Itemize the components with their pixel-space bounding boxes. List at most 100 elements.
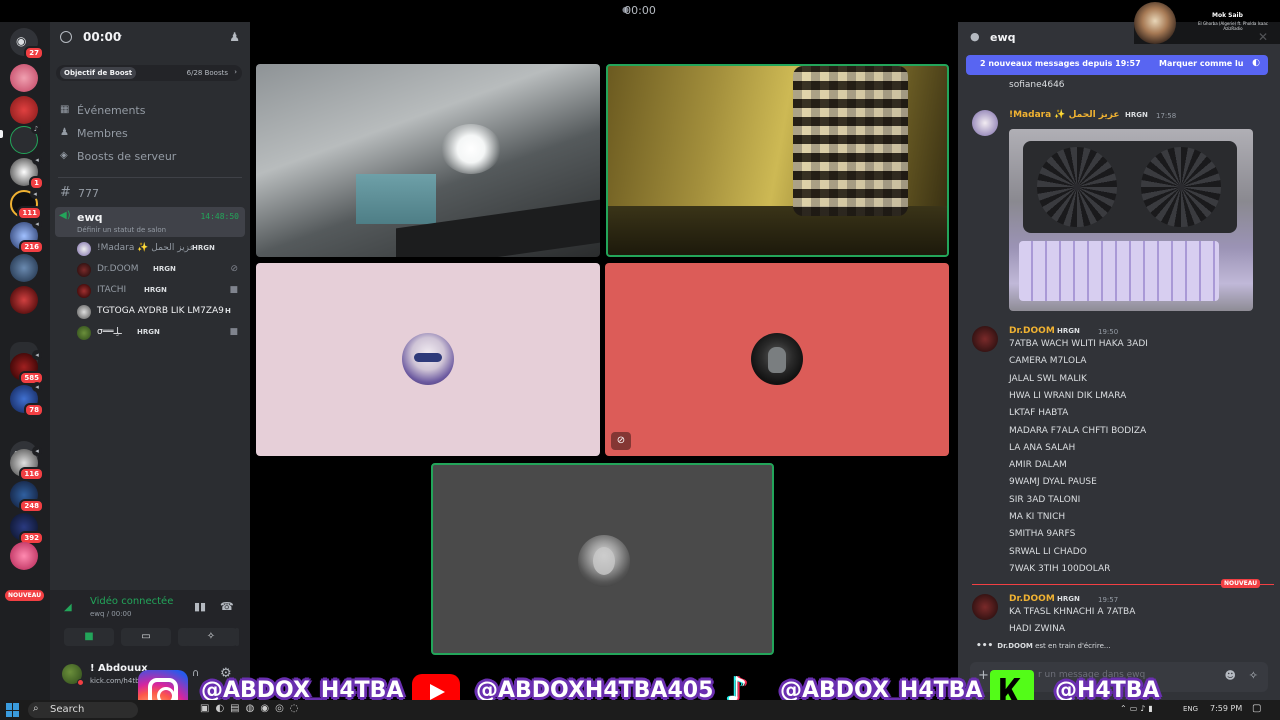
invite-icon[interactable]: ♟ xyxy=(229,30,240,44)
soundboard-button[interactable]: ✧ xyxy=(185,628,237,646)
clock-icon xyxy=(60,31,72,43)
divider xyxy=(58,177,242,178)
server-icon[interactable]: ◂ 1 xyxy=(10,155,44,190)
notification-icon[interactable]: ▢ xyxy=(1252,703,1261,714)
boost-count: 6/28 Boosts xyxy=(186,69,228,77)
nav-events[interactable]: ▦ Événements xyxy=(58,102,242,120)
calendar-icon: ▦ xyxy=(60,104,70,115)
participant-tile-speaking[interactable] xyxy=(431,463,774,655)
message-author[interactable]: !Madara ✨ عزيز الحمل xyxy=(1009,110,1120,120)
server-icon[interactable] xyxy=(10,286,38,314)
server-icon[interactable]: ◂ 116 xyxy=(10,446,44,481)
track-title: Mok Saib xyxy=(1212,12,1243,19)
server-icon[interactable]: ◂ 111 xyxy=(10,189,42,220)
voice-user[interactable]: TGTOGA AYDRB LIK LM7ZA9 H xyxy=(75,303,240,321)
server-icon[interactable]: ◂ 585 xyxy=(10,350,44,385)
active-pill xyxy=(0,130,3,138)
search-icon: ⌕ xyxy=(33,703,39,714)
video-tile[interactable] xyxy=(256,64,600,257)
dm-badge: 27 xyxy=(24,46,44,60)
message-line: SMITHA 9ARFS xyxy=(1009,529,1076,540)
new-messages-bar[interactable]: 2 nouveaux messages depuis 19:57 Marquer… xyxy=(966,55,1268,75)
language-indicator[interactable]: ENG xyxy=(1183,705,1198,713)
discord-app: ● 00:00 ◉ 27 ♪ ◂ 1 ◂ 111 ◂ 216 ▬ ◂ 5 xyxy=(0,0,1280,720)
mark-as-read-button[interactable]: Marquer comme lu xyxy=(1159,59,1243,68)
boost-icon: ◈ xyxy=(60,150,68,161)
nav-events-label: Événements xyxy=(77,104,146,117)
voice-channel-name: ewq xyxy=(77,211,103,224)
message-author[interactable]: Dr.DOOM xyxy=(1009,594,1055,604)
server-icon[interactable] xyxy=(10,254,38,282)
message-line: 7ATBA WACH WLITI HAKA 3ADI xyxy=(1009,339,1148,349)
server-icon[interactable]: ♪ xyxy=(10,124,41,154)
message-line: LKTAF HABTA xyxy=(1009,408,1069,419)
boost-goal[interactable]: Objectif de Boost 6/28 Boosts › xyxy=(56,65,242,81)
server-icon[interactable] xyxy=(10,64,38,92)
taskbar: ⌕ Search ▣◐▤◍◉◎◌ ⌃▭♪▮ ENG 7:59 PM ▢ xyxy=(0,700,1280,720)
text-channel-name: 777 xyxy=(78,187,99,200)
avatar[interactable] xyxy=(972,594,998,620)
discord-logo-icon: ◉ xyxy=(16,34,27,48)
avatar[interactable] xyxy=(972,110,998,136)
message-author[interactable]: Dr.DOOM xyxy=(1009,326,1055,336)
message: Dr.DOOM HRGN 19:57 KA TFASL KHNACHI A 7A… xyxy=(958,592,1280,640)
server-icon[interactable] xyxy=(10,542,38,570)
title-bar: ● 00:00 xyxy=(0,0,1280,22)
camera-button[interactable]: ■ xyxy=(64,628,114,646)
signal-icon[interactable]: ◢ xyxy=(64,602,72,613)
system-tray[interactable]: ⌃▭♪▮ xyxy=(1120,704,1156,713)
server-badge: 1 xyxy=(29,176,44,190)
screen-share-button[interactable]: ▭ xyxy=(121,628,171,646)
voice-user[interactable]: !Madara ✨ عزيز الحمل HRGN xyxy=(75,240,240,258)
nav-members[interactable]: ♟ Membres xyxy=(58,125,242,143)
message-line: sofiane4646 xyxy=(1009,80,1065,90)
voice-channel[interactable]: ◀) ewq 14:48:50 Définir un statut de sal… xyxy=(55,207,245,237)
server-badge: 78 xyxy=(24,403,44,417)
speaker-icon: ◂ xyxy=(32,382,42,392)
set-channel-status[interactable]: Définir un statut de salon xyxy=(77,226,166,234)
direct-messages-button[interactable]: ◉ 27 xyxy=(10,28,44,60)
nav-boosts[interactable]: ◈ Boosts de serveur xyxy=(58,148,242,166)
voice-timer: 14:48:50 xyxy=(200,212,239,221)
video-scene xyxy=(793,66,908,216)
avatar[interactable] xyxy=(972,326,998,352)
taskbar-apps[interactable]: ▣◐▤◍◉◎◌ xyxy=(200,703,305,714)
server-icon[interactable]: ◂ 216 xyxy=(10,219,44,254)
chat-bubble-icon: ● xyxy=(970,30,980,43)
guild-tag: HRGN xyxy=(153,265,176,273)
taskbar-clock[interactable]: 7:59 PM xyxy=(1210,704,1242,713)
search-label: Search xyxy=(50,704,85,715)
message-time: 17:58 xyxy=(1156,112,1177,120)
server-icon[interactable]: 392 xyxy=(10,513,44,545)
avatar xyxy=(77,242,91,256)
members-icon: ♟ xyxy=(60,127,69,138)
guild-tag: HRGN xyxy=(192,244,215,252)
disconnect-icon[interactable]: ☎ xyxy=(220,600,234,613)
participant-tile[interactable]: ⊘ xyxy=(605,263,949,456)
message-line: MADARA F7ALA CHFTI BODIZA xyxy=(1009,425,1147,436)
server-header[interactable]: 00:00 ⌄ ♟ xyxy=(50,22,250,54)
participant-tile[interactable] xyxy=(256,263,600,456)
chat-panel: ● ewq ✕ 2 nouveaux messages depuis 19:57… xyxy=(958,22,1280,700)
noise-suppression-icon[interactable]: ▮▮ xyxy=(194,600,206,613)
speaker-icon: ◂ xyxy=(32,219,42,229)
voice-user[interactable]: ITACHI HRGN ■ xyxy=(75,282,240,300)
voice-status[interactable]: Vidéo connectée xyxy=(90,596,173,607)
muted-icon: ⊘ xyxy=(611,432,631,450)
server-icon[interactable]: 248 xyxy=(10,481,44,513)
server-icon[interactable] xyxy=(10,96,38,124)
message-image[interactable] xyxy=(1009,129,1253,311)
voice-user[interactable]: σ══ـلِـ HRGN ■ xyxy=(75,324,240,342)
text-channel[interactable]: # 777 xyxy=(58,185,242,203)
voice-user-name: Dr.DOOM xyxy=(97,264,139,274)
boost-label: Objectif de Boost xyxy=(60,67,137,79)
taskbar-search[interactable]: ⌕ Search xyxy=(28,702,138,718)
windows-start-icon[interactable] xyxy=(6,703,20,717)
avatar xyxy=(77,326,91,340)
video-tile-speaking[interactable] xyxy=(606,64,949,257)
message-line: CAMERA M7LOLA xyxy=(1009,356,1087,367)
speaker-icon: ◂ xyxy=(30,189,40,199)
new-messages-text: 2 nouveaux messages depuis 19:57 xyxy=(980,59,1141,68)
voice-user[interactable]: Dr.DOOM HRGN ⊘ xyxy=(75,261,240,279)
server-icon[interactable]: ◂ 78 xyxy=(10,382,44,417)
